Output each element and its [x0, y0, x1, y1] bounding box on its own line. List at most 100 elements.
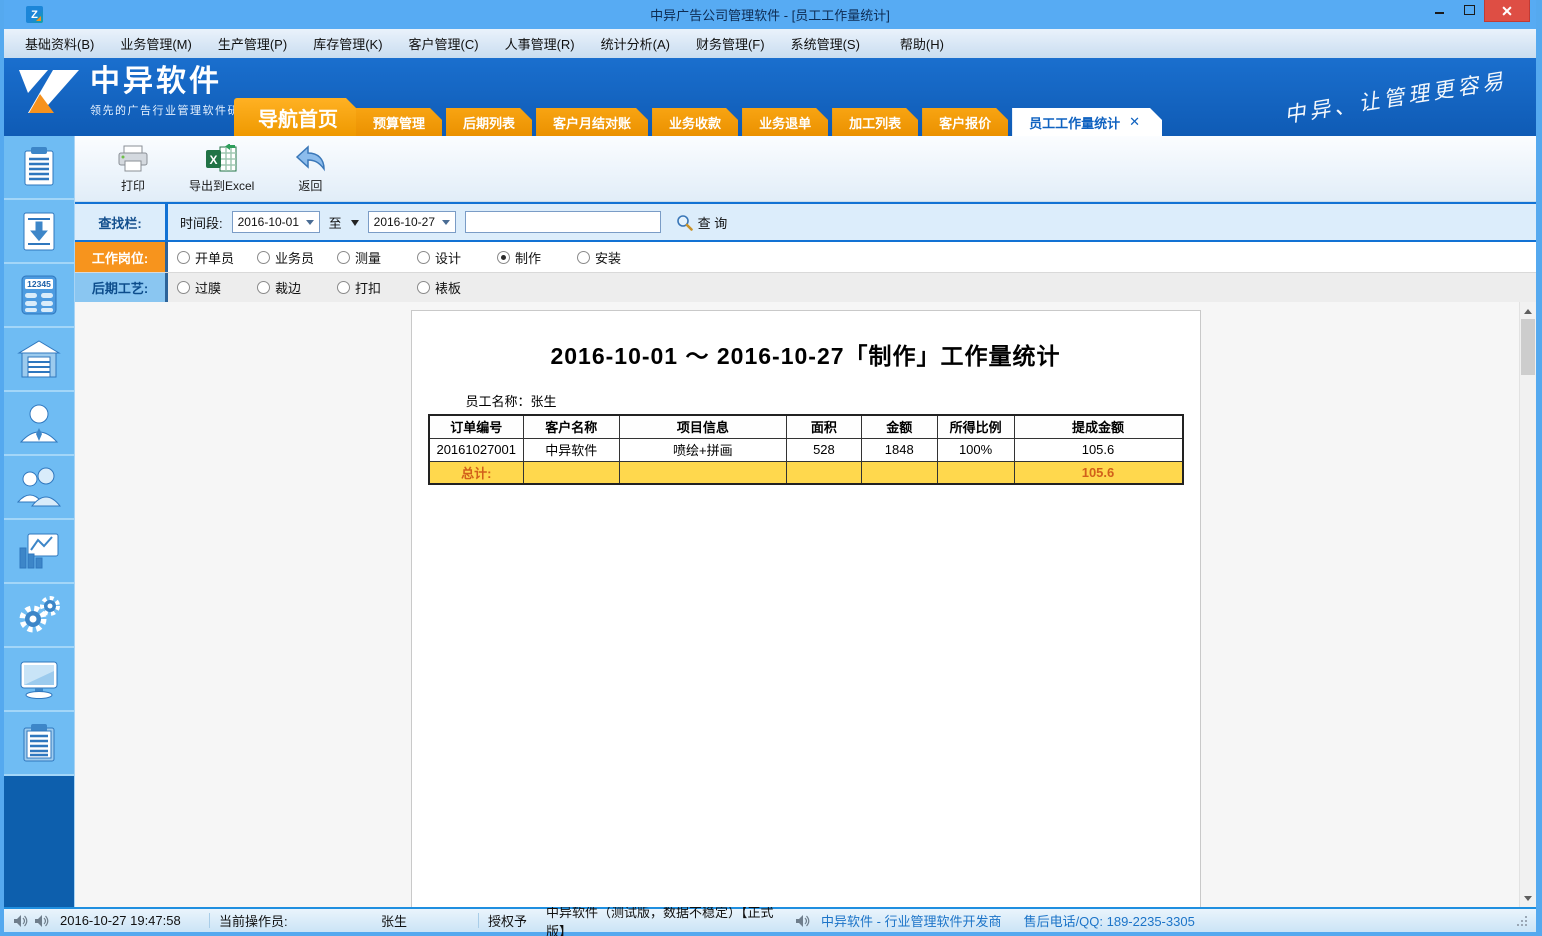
- date-to-value: 2016-10-27: [374, 215, 435, 229]
- table-header-row: 订单编号 客户名称 项目信息 面积 金额 所得比例 提成金额: [429, 415, 1183, 438]
- sidebar-item-system[interactable]: [4, 648, 74, 712]
- date-from-select[interactable]: 2016-10-01: [232, 211, 320, 233]
- radio-option-dakou[interactable]: 打扣: [337, 278, 417, 297]
- radio-option-yewuyuan[interactable]: 业务员: [257, 248, 337, 267]
- speaker-icon[interactable]: [795, 914, 810, 928]
- tab-employee-workload[interactable]: 员工工作量统计 ✕: [1012, 108, 1162, 136]
- col-order-no: 订单编号: [429, 415, 524, 438]
- tab-home[interactable]: 导航首页: [234, 98, 362, 136]
- print-label: 打印: [121, 177, 145, 194]
- scrollbar-thumb[interactable]: [1521, 319, 1535, 375]
- table-row: 20161027001 中异软件 喷绘+拼画 528 1848 100% 105…: [429, 438, 1183, 461]
- cell-ratio: 100%: [937, 438, 1014, 461]
- vertical-scrollbar[interactable]: [1519, 302, 1536, 907]
- speaker-icon[interactable]: [34, 914, 49, 928]
- status-bar: 2016-10-27 19:47:58 当前操作员: 张生 授权予 中异软件（测…: [4, 907, 1536, 932]
- search-button-label: 查 询: [698, 213, 728, 232]
- radio-option-guomo[interactable]: 过膜: [177, 278, 257, 297]
- back-label: 返回: [298, 177, 322, 194]
- operator-label: 当前操作员:: [219, 911, 319, 930]
- print-button[interactable]: 打印: [105, 144, 161, 194]
- menu-item-system[interactable]: 系统管理(S): [778, 29, 873, 58]
- radio-icon: [257, 251, 270, 264]
- tab-customer-monthly[interactable]: 客户月结对账: [536, 108, 648, 136]
- radio-icon: [177, 251, 190, 264]
- employee-name-line: 员工名称：张生: [466, 391, 1200, 410]
- back-button[interactable]: 返回: [282, 144, 338, 194]
- radio-option-kaidanyuan[interactable]: 开单员: [177, 248, 257, 267]
- speaker-icon[interactable]: [13, 914, 28, 928]
- search-button[interactable]: 查 询: [676, 213, 728, 232]
- menu-item-customer[interactable]: 客户管理(C): [396, 29, 492, 58]
- license-label: 授权予: [488, 911, 546, 930]
- svg-text:12345: 12345: [27, 279, 51, 289]
- radio-option-sheji[interactable]: 设计: [417, 248, 497, 267]
- radio-option-caibian[interactable]: 裁边: [257, 278, 337, 297]
- scroll-up-icon[interactable]: [1520, 302, 1536, 319]
- support-contact-text: 售后电话/QQ: 189-2235-3305: [1024, 911, 1195, 930]
- menu-item-business[interactable]: 业务管理(M): [107, 29, 205, 58]
- tab-label: 员工工作量统计: [1029, 113, 1120, 132]
- tab-customer-quote[interactable]: 客户报价: [922, 108, 1008, 136]
- tab-budget[interactable]: 预算管理: [356, 108, 442, 136]
- scroll-down-icon[interactable]: [1520, 890, 1536, 907]
- sidebar-item-settings[interactable]: [4, 584, 74, 648]
- sidebar-item-warehouse[interactable]: [4, 328, 74, 392]
- radio-label: 开单员: [195, 248, 234, 267]
- svg-text:X: X: [209, 153, 217, 167]
- radio-option-celiang[interactable]: 测量: [337, 248, 417, 267]
- menu-item-inventory[interactable]: 库存管理(K): [300, 29, 395, 58]
- total-empty: [787, 461, 862, 484]
- radio-option-anzhuang[interactable]: 安装: [577, 248, 657, 267]
- close-tab-icon[interactable]: ✕: [1129, 114, 1140, 130]
- cell-commission: 105.6: [1014, 438, 1183, 461]
- warehouse-icon: [16, 336, 62, 382]
- divider: [209, 913, 210, 928]
- tab-processing-list[interactable]: 加工列表: [832, 108, 918, 136]
- radio-option-biaoban[interactable]: 裱板: [417, 278, 497, 297]
- sidebar-item-orders[interactable]: [4, 136, 74, 200]
- sidebar-item-reports[interactable]: [4, 712, 74, 776]
- export-excel-button[interactable]: X 导出到Excel: [189, 144, 254, 194]
- radio-label: 安装: [595, 248, 621, 267]
- sidebar: 12345: [4, 136, 75, 907]
- menu-item-hr[interactable]: 人事管理(R): [492, 29, 588, 58]
- menu-item-production[interactable]: 生产管理(P): [205, 29, 300, 58]
- menu-item-finance[interactable]: 财务管理(F): [683, 29, 778, 58]
- process-filter-label: 后期工艺:: [75, 273, 165, 302]
- sidebar-item-customers[interactable]: [4, 392, 74, 456]
- cell-amount: 1848: [861, 438, 937, 461]
- radio-icon: [337, 281, 350, 294]
- menu-item-basic-data[interactable]: 基础资料(B): [12, 29, 107, 58]
- close-icon[interactable]: [1484, 0, 1530, 22]
- resize-grip[interactable]: [1516, 915, 1528, 927]
- menu-item-statistics[interactable]: 统计分析(A): [588, 29, 683, 58]
- radio-option-zhizuo[interactable]: 制作: [497, 248, 577, 267]
- menu-item-help[interactable]: 帮助(H): [887, 29, 957, 58]
- tab-business-receipt[interactable]: 业务收款: [652, 108, 738, 136]
- order-document-icon: [16, 144, 62, 190]
- excel-icon: X: [204, 144, 240, 174]
- tab-business-return[interactable]: 业务退单: [742, 108, 828, 136]
- sidebar-item-calculator[interactable]: 12345: [4, 264, 74, 328]
- tab-postprocess-list[interactable]: 后期列表: [446, 108, 532, 136]
- report-title: 2016-10-01 ～ 2016-10-27「制作」工作量统计: [412, 337, 1200, 371]
- total-empty: [861, 461, 937, 484]
- report-content-area: 2016-10-01 ～ 2016-10-27「制作」工作量统计 员工名称：张生…: [75, 302, 1536, 907]
- back-arrow-icon: [293, 144, 327, 174]
- col-amount: 金额: [861, 415, 937, 438]
- sidebar-item-download-list[interactable]: [4, 200, 74, 264]
- app-window: Z 中异广告公司管理软件 - [员工工作量统计] 基础资料(B) 业务管理(M)…: [0, 0, 1542, 936]
- sidebar-item-statistics[interactable]: [4, 520, 74, 584]
- computer-monitor-icon: [16, 656, 62, 702]
- date-to-select[interactable]: 2016-10-27: [368, 211, 456, 233]
- to-dropdown-arrow-icon[interactable]: [351, 220, 359, 230]
- scrollbar-track[interactable]: [1520, 375, 1536, 890]
- process-filter-row: 后期工艺: 过膜 裁边 打扣 裱板: [75, 272, 1536, 302]
- keyword-input[interactable]: [465, 211, 661, 233]
- calculator-icon: 12345: [16, 272, 62, 318]
- cell-project-info: 喷绘+拼画: [619, 438, 786, 461]
- position-filter-label: 工作岗位:: [75, 242, 165, 272]
- sidebar-filler: [4, 776, 74, 907]
- sidebar-item-staff[interactable]: [4, 456, 74, 520]
